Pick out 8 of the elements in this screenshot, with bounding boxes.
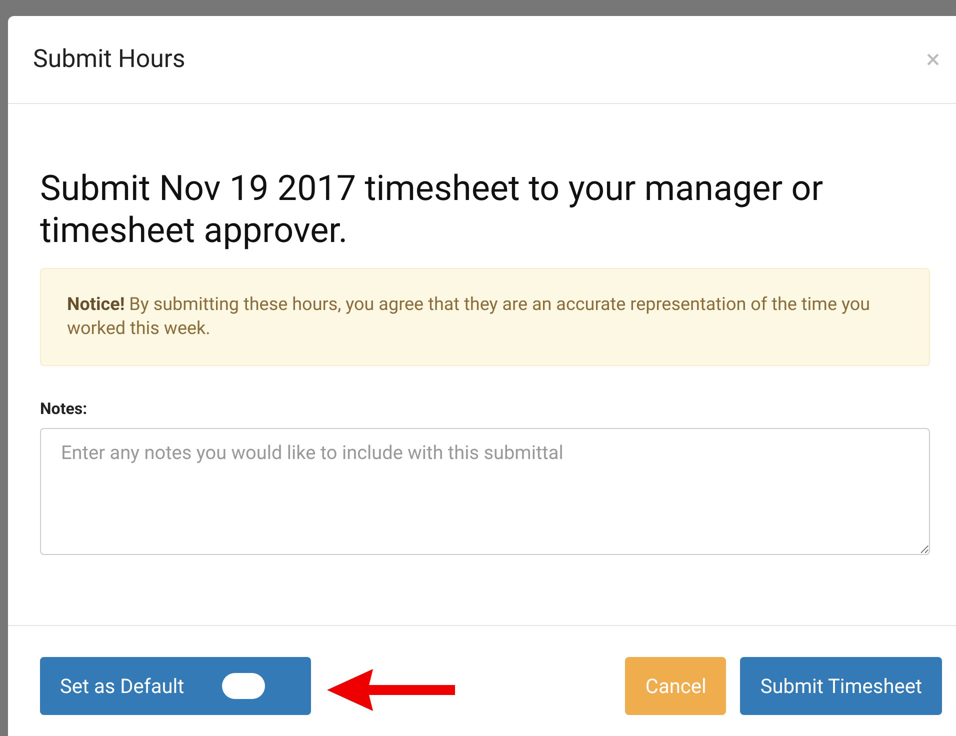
dialog-heading: Submit Nov 19 2017 timesheet to your manager or timesheet approver. <box>40 168 824 252</box>
dialog-title: Submit Hours <box>33 45 186 74</box>
submit-button[interactable]: Submit Timesheet <box>740 657 942 715</box>
notes-label: Notes: <box>40 399 88 418</box>
notice-message: Notice! By submitting these hours, you agree that they are an accurate representation of the time you worked this week. <box>40 268 930 366</box>
toggle-switch[interactable] <box>222 673 266 699</box>
set-default-button[interactable]: Set as Default <box>40 657 311 715</box>
notes-field[interactable]: Enter any notes you would like to include with this submittal <box>40 428 930 555</box>
